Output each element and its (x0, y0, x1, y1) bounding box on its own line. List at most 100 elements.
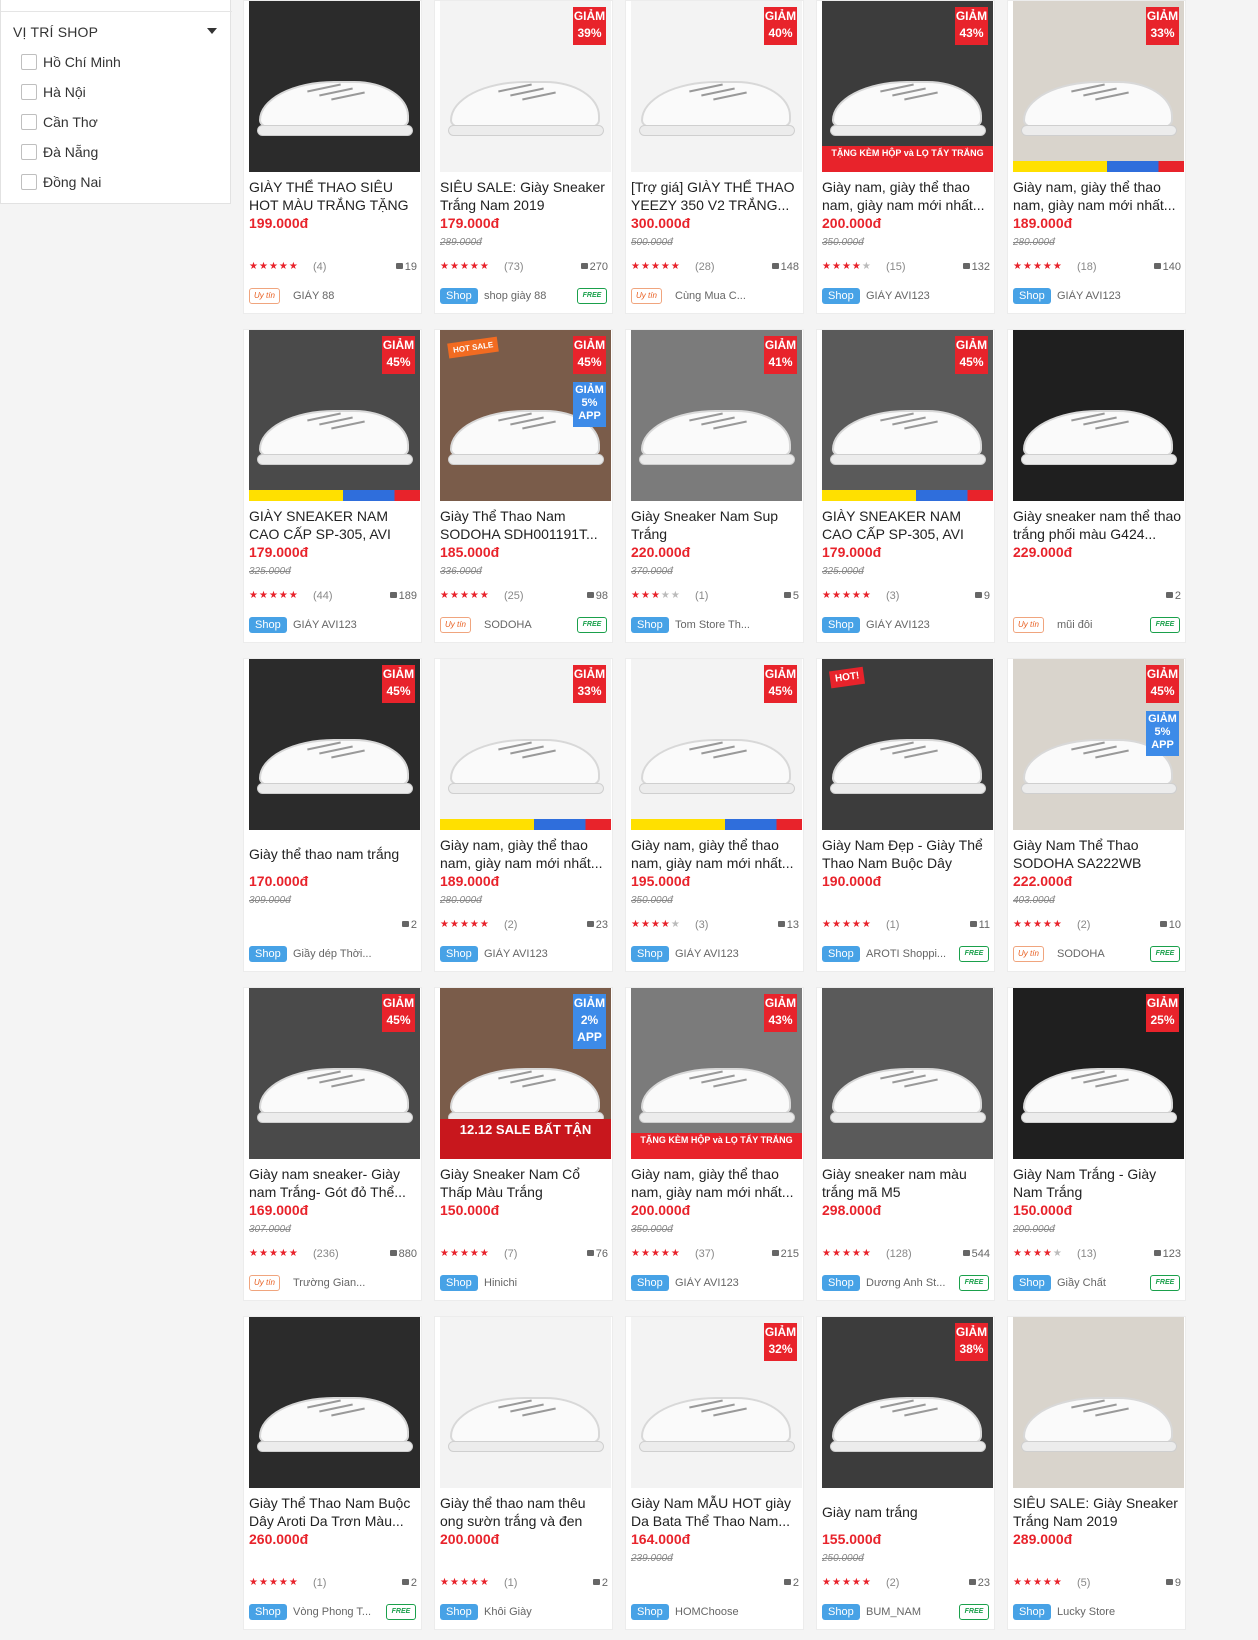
product-image[interactable] (249, 1, 420, 172)
product-image[interactable]: GIẢM 45% GIẢM 5% APP (1013, 659, 1184, 830)
product-card[interactable]: GIẢM 45% Giày nam sneaker- Giày nam Trắng-… (243, 987, 422, 1301)
shop-name[interactable]: GIÀY AVI123 (484, 948, 572, 960)
chevron-down-icon[interactable] (207, 28, 217, 34)
checkbox[interactable] (21, 174, 37, 190)
product-name[interactable]: Giày thể thao nam thêu ong sườn trắng và… (440, 1494, 610, 1530)
product-card[interactable]: GIẢM 45% Giày nam, giày thể thao nam, giày… (625, 658, 804, 972)
product-card[interactable]: GIẢM 45% GIẢM 5% APP Giày Nam Thể Thao SODOHA… (1007, 658, 1186, 972)
product-name[interactable]: Giày sneaker nam màu trắng mã M5 (822, 1165, 992, 1201)
checkbox[interactable] (21, 84, 37, 100)
checkbox[interactable] (21, 114, 37, 130)
product-name[interactable]: Giày Thể Thao Nam Buộc Dây Aroti Da Trơn… (249, 1494, 419, 1530)
location-option[interactable]: Hà Nội (21, 82, 86, 102)
product-card[interactable]: Giày Thể Thao Nam Buộc Dây Aroti Da Trơn… (243, 1316, 422, 1630)
product-name[interactable]: Giày Nam Đẹp - Giày Thể Thao Nam Buộc Dâ… (822, 836, 992, 872)
product-image[interactable] (1013, 1317, 1184, 1488)
shop-name[interactable]: Giầy Chất (1057, 1277, 1145, 1289)
product-image[interactable] (249, 1317, 420, 1488)
product-image[interactable]: GIẢM 32% (631, 1317, 802, 1488)
product-name[interactable]: Giày nam, giày thể thao nam, giày nam mớ… (1013, 178, 1183, 214)
product-name[interactable]: Giày Nam Trắng - Giày Nam Trắng (1013, 1165, 1183, 1201)
product-card[interactable]: GIẢM 41% Giày Sneaker Nam Sup Trắng 220.000… (625, 329, 804, 643)
product-name[interactable]: SIÊU SALE: Giày Sneaker Trắng Nam 2019 (440, 178, 610, 214)
checkbox[interactable] (21, 54, 37, 70)
shop-name[interactable]: GIÀY AVI123 (293, 619, 381, 631)
product-name[interactable]: Giày nam, giày thể thao nam, giày nam mớ… (631, 836, 801, 872)
shop-name[interactable]: Dương Anh St... (866, 1277, 954, 1289)
product-name[interactable]: SIÊU SALE: Giày Sneaker Trắng Nam 2019 (1013, 1494, 1183, 1530)
product-card[interactable]: GIẢM 45% GIÀY SNEAKER NAM CAO CẤP SP-305, … (243, 329, 422, 643)
product-image[interactable]: GIẢM 25% (1013, 988, 1184, 1159)
product-card[interactable]: GIẢM 40% [Trợ giá] GIÀY THỂ THAO YEEZY 350… (625, 0, 804, 314)
product-image[interactable]: TẶNG KÈM HỘP và LỌ TẨY TRẮNG GIẢM 43% (631, 988, 802, 1159)
location-option[interactable]: Đồng Nai (21, 172, 101, 192)
shop-name[interactable]: GIÀY 88 (293, 290, 381, 302)
product-card[interactable]: GIẢM 38% Giày nam trắng 155.000đ 250.000đ ★★★… (816, 1316, 995, 1630)
checkbox[interactable] (21, 144, 37, 160)
product-image[interactable] (1013, 330, 1184, 501)
product-card[interactable]: 12.12 SALE BẤT TẬN GIẢM 2% APP Giày Sneaker … (434, 987, 613, 1301)
product-card[interactable]: Giày sneaker nam màu trắng mã M5 298.000đ… (816, 987, 995, 1301)
shop-name[interactable]: BUM_NAM (866, 1606, 954, 1618)
product-name[interactable]: Giày Thể Thao Nam SODOHA SDH001191T... (440, 507, 610, 543)
product-image[interactable]: GIẢM 45% (249, 988, 420, 1159)
shop-name[interactable]: SODOHA (484, 619, 572, 631)
product-image[interactable]: HOT SALE GIẢM 45% GIẢM 5% APP (440, 330, 611, 501)
product-image[interactable]: GIẢM 45% (631, 659, 802, 830)
product-name[interactable]: Giày nam trắng (822, 1503, 992, 1521)
product-card[interactable]: TẶNG KÈM HỘP và LỌ TẨY TRẮNG GIẢM 43% Giày … (625, 987, 804, 1301)
location-option[interactable]: Đà Nẵng (21, 142, 98, 162)
product-image[interactable]: GIẢM 45% (249, 330, 420, 501)
product-image[interactable]: GIẢM 33% (440, 659, 611, 830)
product-image[interactable]: TẶNG KÈM HỘP và LỌ TẨY TRẮNG GIẢM 43% (822, 1, 993, 172)
product-name[interactable]: [Trợ giá] GIÀY THỂ THAO YEEZY 350 V2 TRẮ… (631, 178, 801, 214)
product-name[interactable]: Giày nam, giày thể thao nam, giày nam mớ… (822, 178, 992, 214)
product-card[interactable]: Giày sneaker nam thể thao trắng phối màu… (1007, 329, 1186, 643)
product-name[interactable]: GIÀY THỂ THAO SIÊU HOT MÀU TRẮNG TẶNG ng… (249, 178, 419, 214)
shop-name[interactable]: GIÀY AVI123 (675, 948, 763, 960)
product-image[interactable] (440, 1317, 611, 1488)
shop-name[interactable]: Lucky Store (1057, 1606, 1145, 1618)
product-name[interactable]: Giày nam sneaker- Giày nam Trắng- Gót đỏ… (249, 1165, 419, 1201)
product-card[interactable]: Giày thể thao nam thêu ong sườn trắng và… (434, 1316, 613, 1630)
shop-name[interactable]: Giầy dép Thời... (293, 948, 381, 960)
product-card[interactable]: GIẢM 39% SIÊU SALE: Giày Sneaker Trắng Nam… (434, 0, 613, 314)
shop-name[interactable]: GIÀY AVI123 (675, 1277, 763, 1289)
product-name[interactable]: Giày sneaker nam thể thao trắng phối màu… (1013, 507, 1183, 543)
product-image[interactable]: GIẢM 41% (631, 330, 802, 501)
shop-name[interactable]: Hinichi (484, 1277, 572, 1289)
shop-name[interactable]: Trường Gian... (293, 1277, 381, 1289)
product-card[interactable]: GIẢM 45% GIÀY SNEAKER NAM CAO CẤP SP-305, … (816, 329, 995, 643)
product-card[interactable]: GIẢM 45% Giày thể thao nam trắng 170.000đ 30… (243, 658, 422, 972)
product-name[interactable]: Giày nam, giày thể thao nam, giày nam mớ… (440, 836, 610, 872)
product-card[interactable]: TẶNG KÈM HỘP và LỌ TẨY TRẮNG GIẢM 43% Giày … (816, 0, 995, 314)
product-name[interactable]: Giày Sneaker Nam Cổ Thấp Màu Trắng (440, 1165, 610, 1201)
product-image[interactable]: GIẢM 40% (631, 1, 802, 172)
shop-name[interactable]: Vòng Phong T... (293, 1606, 381, 1618)
shop-name[interactable]: HOMChoose (675, 1606, 763, 1618)
product-card[interactable]: GIẢM 32% Giày Nam MẪU HOT giày Da Bata Thể… (625, 1316, 804, 1630)
product-card[interactable]: GIẢM 33% Giày nam, giày thể thao nam, giày… (434, 658, 613, 972)
location-option[interactable]: Cần Thơ (21, 112, 98, 132)
shop-name[interactable]: mũi đôi (1057, 619, 1145, 631)
product-name[interactable]: Giày nam, giày thể thao nam, giày nam mớ… (631, 1165, 801, 1201)
product-name[interactable]: GIÀY SNEAKER NAM CAO CẤP SP-305, AVI già… (822, 507, 992, 543)
shop-name[interactable]: Cùng Mua C... (675, 290, 763, 302)
location-option[interactable]: Hồ Chí Minh (21, 52, 121, 72)
shop-name[interactable]: AROTI Shoppi... (866, 948, 954, 960)
product-name[interactable]: Giày thể thao nam trắng (249, 845, 419, 863)
product-image[interactable]: 12.12 SALE BẤT TẬN GIẢM 2% APP (440, 988, 611, 1159)
shop-name[interactable]: GIÀY AVI123 (866, 619, 954, 631)
product-image[interactable]: GIẢM 39% (440, 1, 611, 172)
product-card[interactable]: GIẢM 25% Giày Nam Trắng - Giày Nam Trắng 15… (1007, 987, 1186, 1301)
product-image[interactable]: GIẢM 45% (822, 330, 993, 501)
shop-name[interactable]: Khôi Giày (484, 1606, 572, 1618)
shop-name[interactable]: SODOHA (1057, 948, 1145, 960)
product-image[interactable]: GIẢM 33% (1013, 1, 1184, 172)
shop-name[interactable]: GIÀY AVI123 (1057, 290, 1145, 302)
shop-name[interactable]: shop giày 88 (484, 290, 572, 302)
shop-name[interactable]: Tom Store Th... (675, 619, 763, 631)
product-image[interactable]: GIẢM 45% (249, 659, 420, 830)
shop-name[interactable]: GIÀY AVI123 (866, 290, 954, 302)
product-card[interactable]: HOT SALE GIẢM 45% GIẢM 5% APP Giày Thể Thao Na… (434, 329, 613, 643)
